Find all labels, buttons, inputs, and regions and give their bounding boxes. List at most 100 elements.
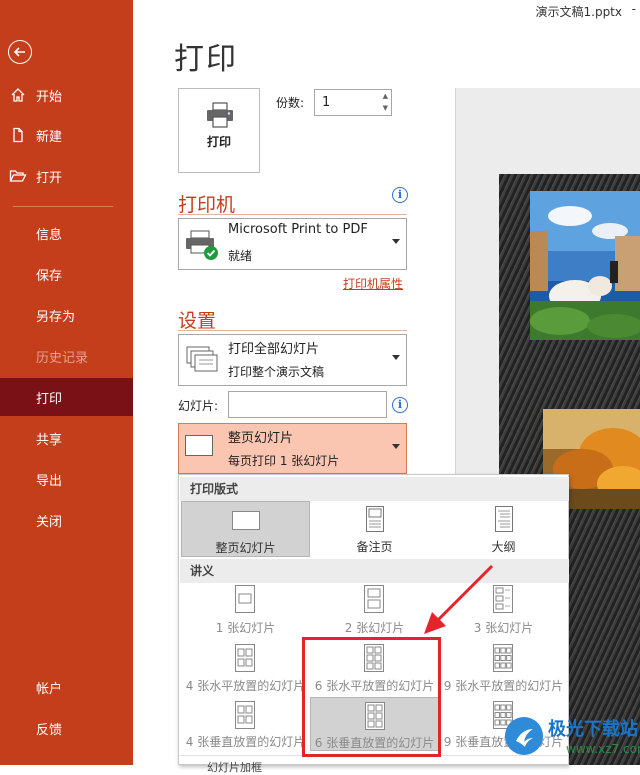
handout-4v-label: 4 张垂直放置的幻灯片 bbox=[185, 735, 306, 749]
printer-status: 就绪 bbox=[228, 249, 253, 263]
handout-3-icon bbox=[493, 585, 513, 613]
document-title: 演示文稿1.pptx bbox=[535, 5, 623, 19]
notes-page-icon bbox=[366, 506, 384, 532]
printer-dropdown[interactable]: Microsoft Print to PDF 就绪 bbox=[178, 218, 407, 270]
annotation-highlight-box bbox=[302, 637, 441, 757]
nav-new-label: 新建 bbox=[36, 129, 63, 145]
printer-heading: 打印机 bbox=[178, 194, 236, 216]
chevron-down-icon bbox=[392, 444, 400, 449]
handout-3-label: 3 张幻灯片 bbox=[473, 621, 534, 635]
handout-4-vertical[interactable]: 4 张垂直放置的幻灯片 bbox=[181, 697, 310, 751]
settings-heading-underline bbox=[178, 330, 407, 331]
nav-open-label: 打开 bbox=[36, 170, 63, 186]
nav-share[interactable]: 共享 bbox=[0, 419, 133, 457]
watermark-logo bbox=[505, 717, 543, 755]
slides-info-icon[interactable]: i bbox=[392, 397, 408, 413]
print-button-label: 打印 bbox=[206, 135, 231, 149]
nav-new[interactable]: 新建 bbox=[0, 116, 133, 154]
printer-ready-icon bbox=[186, 230, 218, 260]
printer-heading-underline bbox=[178, 214, 407, 215]
nav-home-label: 开始 bbox=[36, 89, 63, 105]
print-button[interactable]: 打印 bbox=[178, 88, 260, 173]
nav-history: 历史记录 bbox=[0, 337, 133, 375]
handout-2-label: 2 张幻灯片 bbox=[344, 621, 405, 635]
layout-line2: 每页打印 1 张幻灯片 bbox=[228, 454, 340, 468]
layout-notes-label: 备注页 bbox=[356, 540, 393, 554]
nav-save-label: 保存 bbox=[36, 268, 63, 284]
printer-properties-link[interactable]: 打印机属性 bbox=[343, 275, 403, 292]
handout-9h-icon bbox=[493, 644, 513, 672]
copies-value: 1 bbox=[322, 95, 331, 110]
print-layout-heading: 打印版式 bbox=[180, 477, 569, 501]
title-bar: 演示文稿1.pptx - bbox=[133, 0, 640, 22]
print-range-dropdown[interactable]: 打印全部幻灯片 打印整个演示文稿 bbox=[178, 334, 407, 386]
nav-account[interactable]: 帐户 bbox=[0, 668, 133, 706]
chevron-down-icon bbox=[392, 355, 400, 360]
layout-full-page-slides[interactable]: 整页幻灯片 bbox=[181, 501, 310, 557]
nav-save-as[interactable]: 另存为 bbox=[0, 296, 133, 334]
handouts-heading: 讲义 bbox=[180, 559, 569, 583]
watermark-url: www.xz7.com bbox=[566, 742, 640, 756]
all-slides-icon bbox=[186, 346, 218, 372]
title-dash: - bbox=[631, 2, 636, 16]
open-folder-icon bbox=[9, 170, 27, 182]
handout-9h-label: 9 张水平放置的幻灯片 bbox=[443, 679, 564, 693]
outline-icon bbox=[495, 506, 513, 532]
layout-outline[interactable]: 大纲 bbox=[439, 501, 568, 557]
nav-info[interactable]: 信息 bbox=[0, 214, 133, 252]
handout-4h-label: 4 张水平放置的幻灯片 bbox=[185, 679, 306, 693]
slides-label: 幻灯片: bbox=[178, 399, 219, 413]
handout-4-horizontal[interactable]: 4 张水平放置的幻灯片 bbox=[181, 641, 310, 693]
nav-export-label: 导出 bbox=[36, 473, 63, 489]
nav-share-label: 共享 bbox=[36, 432, 63, 448]
nav-save-as-label: 另存为 bbox=[36, 309, 76, 325]
settings-heading: 设置 bbox=[178, 310, 217, 332]
print-range-line2: 打印整个演示文稿 bbox=[228, 365, 325, 379]
handout-9-horizontal[interactable]: 9 张水平放置的幻灯片 bbox=[439, 641, 568, 693]
nav-print-label: 打印 bbox=[36, 391, 63, 407]
nav-close[interactable]: 关闭 bbox=[0, 501, 133, 539]
new-doc-icon bbox=[13, 127, 23, 143]
layout-dropdown[interactable]: 整页幻灯片 每页打印 1 张幻灯片 bbox=[178, 423, 407, 474]
handout-4v-icon bbox=[235, 701, 255, 729]
nav-save[interactable]: 保存 bbox=[0, 255, 133, 293]
nav-account-label: 帐户 bbox=[36, 681, 63, 697]
spin-down-icon[interactable]: ▼ bbox=[383, 104, 388, 112]
nav-feedback[interactable]: 反馈 bbox=[0, 709, 133, 747]
copies-label: 份数: bbox=[276, 96, 305, 110]
nav-open[interactable]: 打开 bbox=[0, 157, 133, 195]
layout-line1: 整页幻灯片 bbox=[228, 431, 294, 446]
copies-stepper[interactable]: 1 ▲ ▼ bbox=[314, 89, 392, 116]
layout-outline-label: 大纲 bbox=[491, 540, 516, 554]
print-range-line1: 打印全部幻灯片 bbox=[228, 342, 320, 357]
full-page-slide-icon bbox=[185, 435, 213, 456]
page-title: 打印 bbox=[174, 42, 238, 77]
handout-2-slides[interactable]: 2 张幻灯片 bbox=[310, 585, 439, 635]
handout-4h-icon bbox=[235, 644, 255, 672]
nav-close-label: 关闭 bbox=[36, 514, 63, 530]
layout-full-page-label: 整页幻灯片 bbox=[215, 541, 276, 555]
printer-name: Microsoft Print to PDF bbox=[228, 222, 368, 237]
handout-1-label: 1 张幻灯片 bbox=[215, 621, 276, 635]
nav-print[interactable]: 打印 bbox=[0, 378, 133, 416]
spin-up-icon[interactable]: ▲ bbox=[383, 92, 388, 100]
backstage-sidebar: 开始 新建 打开 信息 保存 另存为 历史记录 打印 共享 导出 关闭 帐户 反… bbox=[0, 0, 133, 765]
nav-export[interactable]: 导出 bbox=[0, 460, 133, 498]
nav-feedback-label: 反馈 bbox=[36, 722, 63, 738]
layout-notes-page[interactable]: 备注页 bbox=[310, 501, 439, 557]
handout-3-slides[interactable]: 3 张幻灯片 bbox=[439, 585, 568, 635]
handout-1-slide[interactable]: 1 张幻灯片 bbox=[181, 585, 310, 635]
home-icon bbox=[11, 88, 25, 102]
watermark-name: 极光下载站 bbox=[548, 719, 638, 740]
handout-2-icon bbox=[364, 585, 384, 613]
slides-input[interactable] bbox=[228, 391, 387, 418]
handout-1-icon bbox=[235, 585, 255, 613]
nav-history-label: 历史记录 bbox=[36, 350, 89, 366]
full-page-slide-thumb bbox=[232, 511, 260, 530]
info-icon[interactable]: i bbox=[392, 187, 408, 203]
preview-image-1 bbox=[530, 191, 640, 340]
frame-slides-option[interactable]: 幻灯片加框 bbox=[207, 759, 262, 775]
nav-home[interactable]: 开始 bbox=[0, 76, 133, 114]
back-button[interactable] bbox=[8, 40, 32, 64]
chevron-down-icon bbox=[392, 239, 400, 244]
